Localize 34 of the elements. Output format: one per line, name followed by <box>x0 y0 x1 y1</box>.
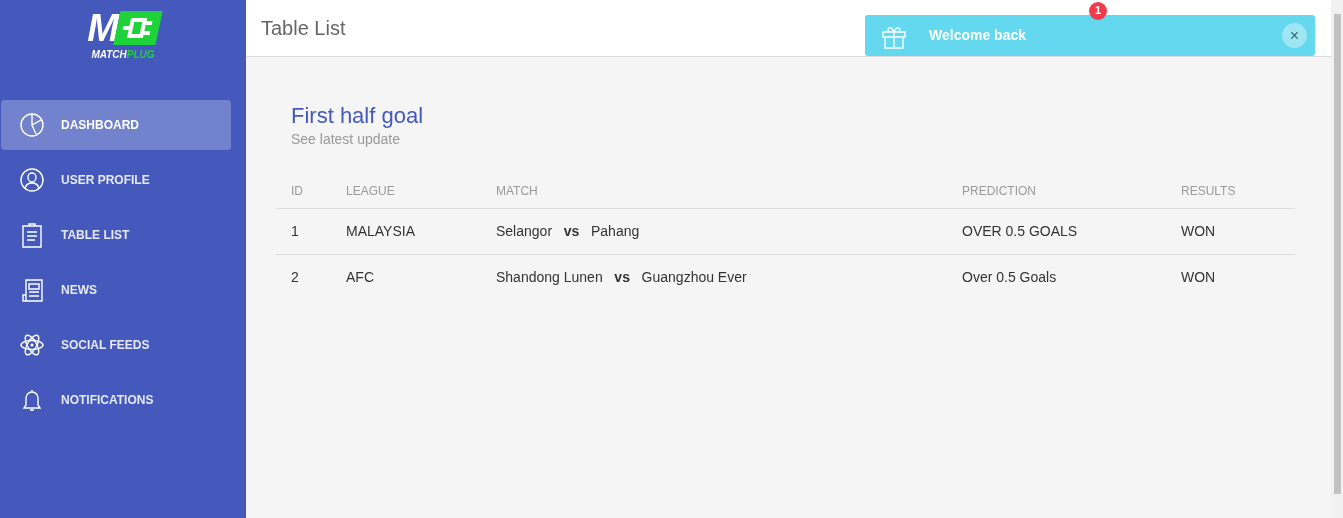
logo-letter: M <box>87 10 117 46</box>
table-cell: WON <box>1166 208 1295 255</box>
user-icon <box>19 167 45 193</box>
column-header: RESULTS <box>1166 174 1295 209</box>
table-cell: Shandong Lunen vs Guangzhou Ever <box>481 254 947 301</box>
page-title: Table List <box>261 16 346 41</box>
newspaper-icon <box>19 277 45 303</box>
sidebar-item[interactable]: NOTIFICATIONS <box>1 375 231 425</box>
table-cell: 2 <box>276 254 331 301</box>
sidebar-item[interactable]: DASHBOARD <box>1 100 231 150</box>
clipboard-icon <box>19 222 45 248</box>
sidebar-item[interactable]: SOCIAL FEEDS <box>1 320 231 370</box>
pie-chart-icon <box>19 112 45 138</box>
sidebar-item[interactable]: USER PROFILE <box>1 155 231 205</box>
column-header: ID <box>276 174 331 209</box>
table-cell: Selangor vs Pahang <box>481 208 947 255</box>
table-cell: Over 0.5 Goals <box>947 254 1166 301</box>
card-title: First half goal <box>291 103 425 130</box>
table-cell: AFC <box>331 254 481 301</box>
close-button[interactable]: × <box>1282 23 1307 48</box>
column-header: PREDICTION <box>947 174 1166 209</box>
card-subtitle: See latest update <box>291 130 401 150</box>
column-header: MATCH <box>481 174 947 209</box>
logo-wordmark: MATCHPLUG <box>91 48 155 62</box>
table-cell: WON <box>1166 254 1295 301</box>
column-header: LEAGUE <box>331 174 481 209</box>
sidebar-item[interactable]: TABLE LIST <box>1 210 231 260</box>
sidebar-item[interactable]: NEWS <box>1 265 231 315</box>
table-cell: OVER 0.5 GOALS <box>947 208 1166 255</box>
table-cell: 1 <box>276 208 331 255</box>
toast-message: Welcome back <box>929 26 1027 45</box>
atom-icon <box>19 332 45 358</box>
scrollbar[interactable] <box>1331 0 1343 518</box>
table-cell: MALAYSIA <box>331 208 481 255</box>
